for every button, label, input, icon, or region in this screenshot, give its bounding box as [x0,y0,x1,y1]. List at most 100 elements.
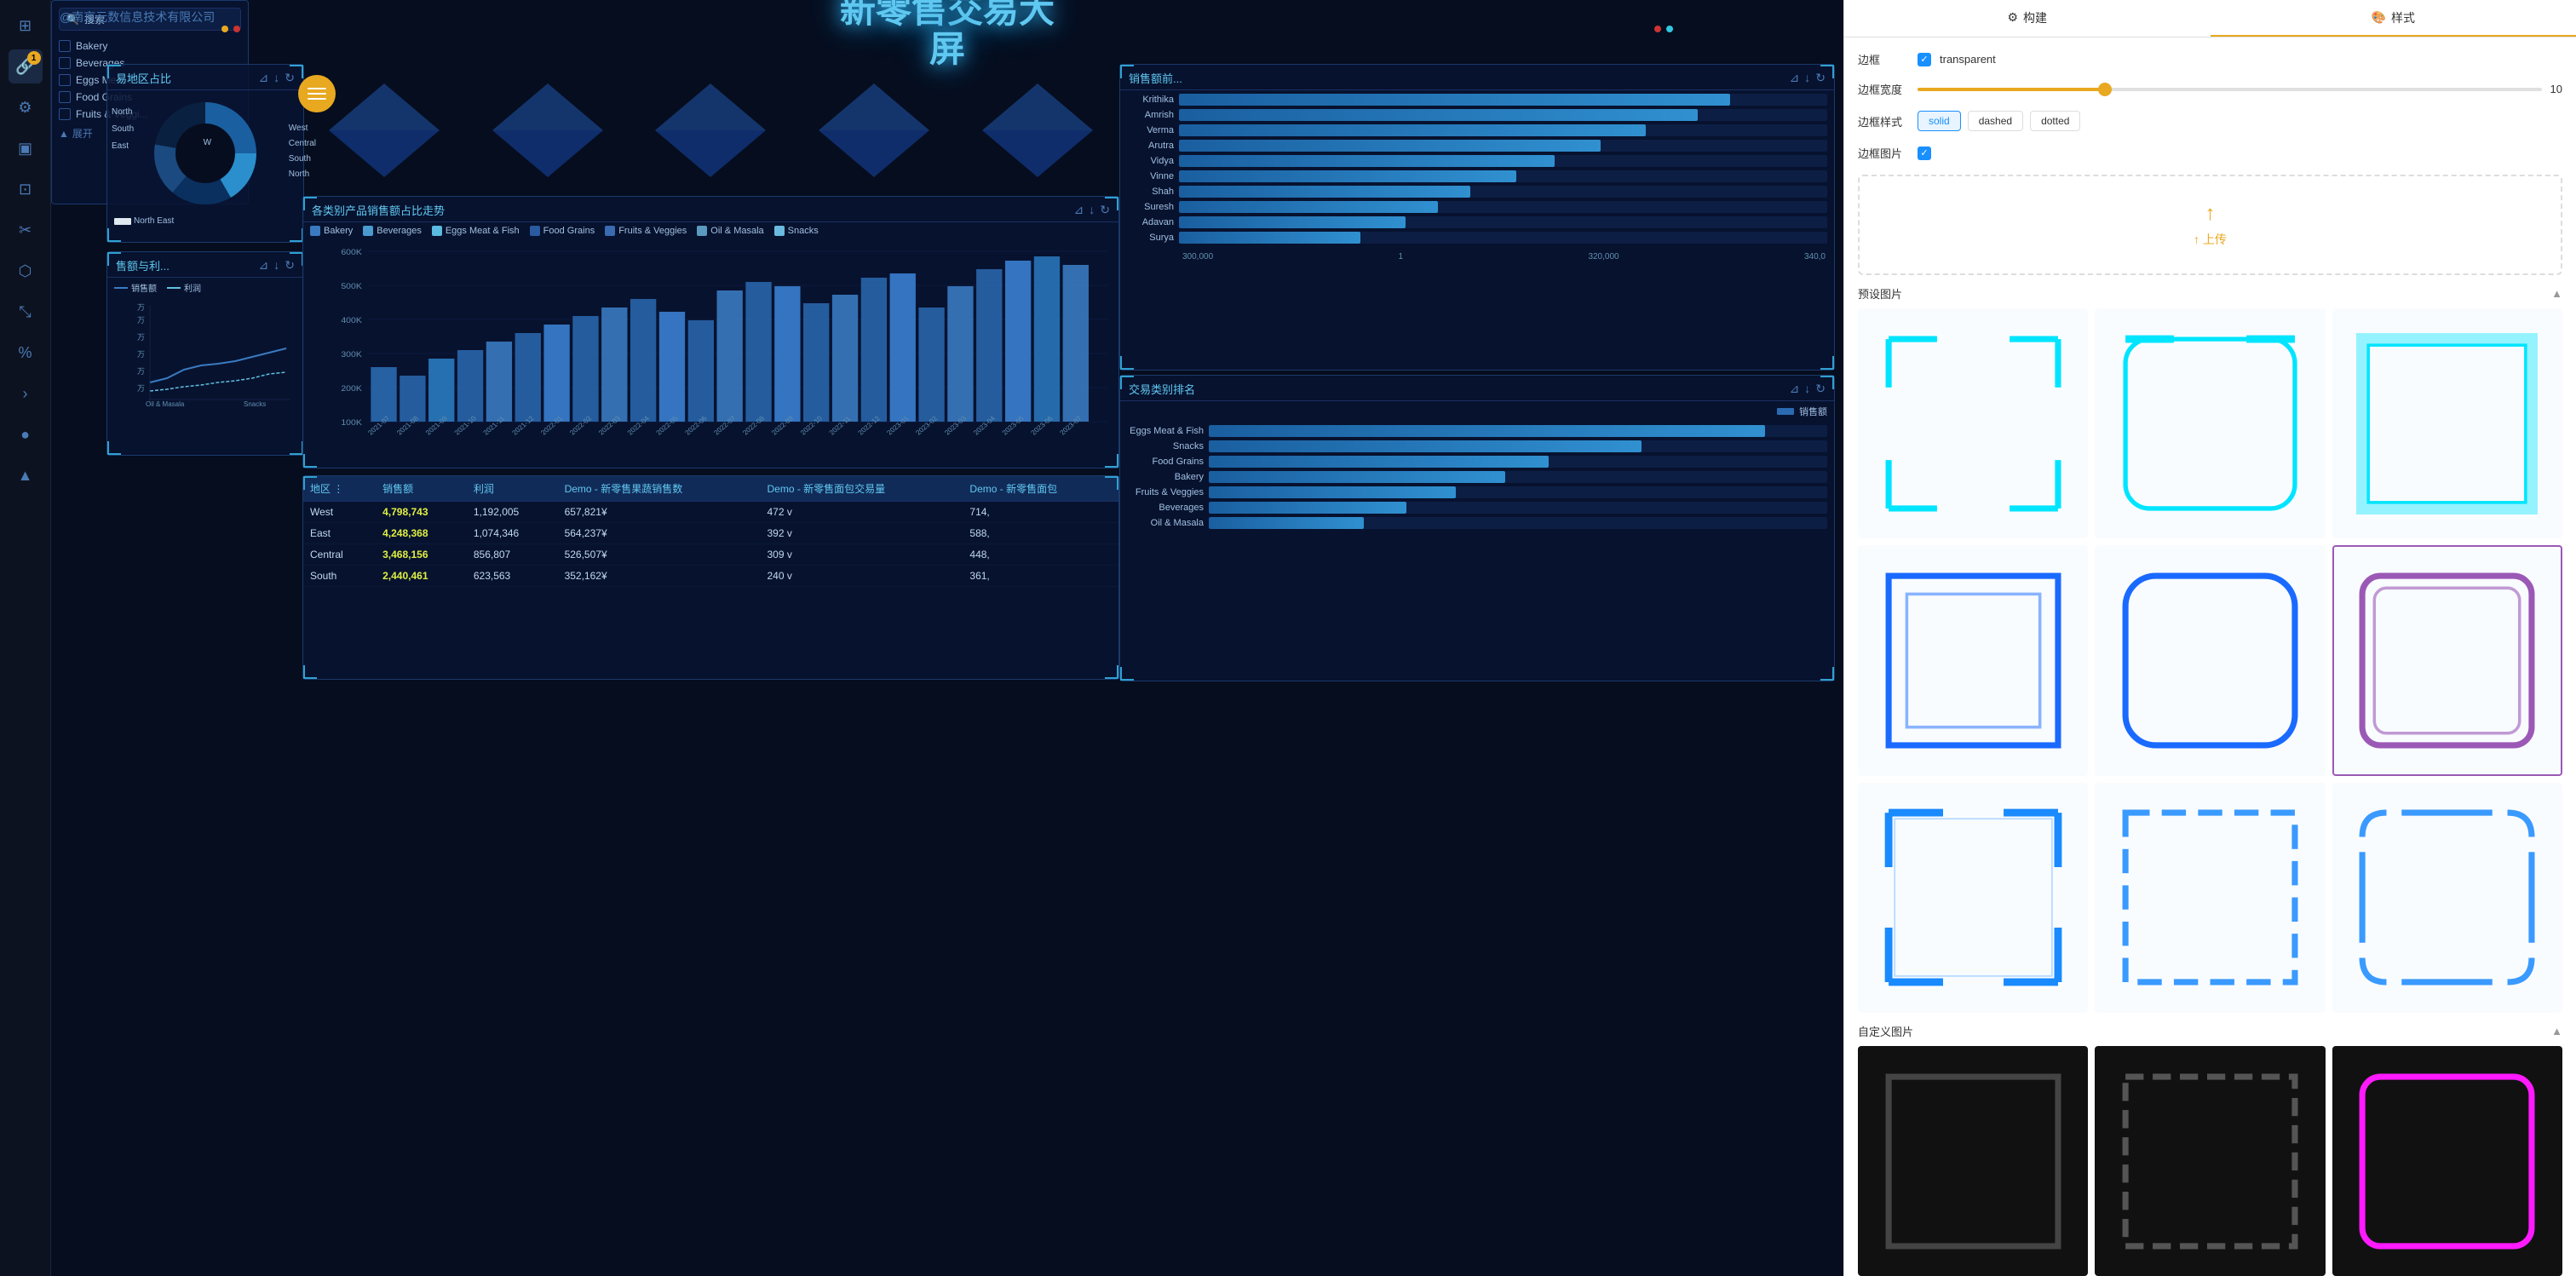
cell-demo1-east: 564,237¥ [558,523,761,544]
legend-color-sales [1777,408,1794,415]
svg-text:500K: 500K [341,283,362,291]
bar-track-beverages-cat [1209,502,1827,514]
trend-chart-svg: 600K 500K 400K 300K 200K 100K [303,239,1118,444]
filter-icon[interactable]: ⊿ [259,71,269,85]
right-panel-header: ⚙ 构建 🎨 样式 [1844,0,2576,37]
bar-fill-shah [1179,186,1470,198]
slider-track[interactable] [1918,88,2542,91]
donut-chart [154,102,256,204]
legend-snacks: Snacks [774,226,819,236]
checkbox-fruits[interactable] [59,108,71,120]
style-btn-dotted[interactable]: dotted [2030,111,2080,131]
xaxis-300k: 300,000 [1182,252,1213,262]
right-panel-body: 边框 ✓ transparent 边框宽度 10 边框样式 solid dash… [1844,37,2576,1276]
bar-fill-surya [1179,232,1360,244]
filter-icon-sp[interactable]: ⊿ [259,258,269,273]
custom-frame-1[interactable] [1858,1046,2088,1276]
checkbox-food-grains[interactable] [59,91,71,103]
table-row-central: Central 3,468,156 856,807 526,507¥ 309 v… [303,544,1118,566]
border-checkbox[interactable]: ✓ [1918,53,1931,66]
sidebar-icon-arrow[interactable]: › [9,376,43,411]
checkbox-eggs[interactable] [59,74,71,86]
sidebar-icon-components[interactable]: ⊡ [9,172,43,206]
tab-build[interactable]: ⚙ 构建 [1844,0,2211,37]
bar-track-vidya [1179,155,1827,167]
bar-label-fruits-cat: Fruits & Veggies [1127,487,1204,497]
cell-region-south: South [303,566,376,587]
download-icon-cr[interactable]: ↓ [1804,382,1810,396]
custom-frame-3[interactable] [2332,1046,2562,1276]
bar-beverages-cat: Beverages [1127,502,1827,514]
bar-track-surya [1179,232,1827,244]
legend-bakery: Bakery [310,226,353,236]
frame-item-5[interactable] [2095,545,2325,775]
frame-item-8[interactable] [2095,783,2325,1013]
donut-hole [175,124,235,183]
sidebar-icon-link[interactable]: 🔗 1 [9,49,43,83]
hamburger-line1 [308,88,326,89]
sidebar-icon-tools[interactable]: ✂ [9,213,43,247]
cell-demo2-east: 392 v [760,523,963,544]
bar-krithika: Krithika [1127,94,1827,106]
frame-item-7[interactable] [1858,783,2088,1013]
sidebar-icon-grid[interactable]: ⊞ [9,9,43,43]
preset-collapse-icon[interactable]: ▲ [2551,287,2562,300]
upload-area[interactable]: ↑ ↑ 上传 [1858,175,2562,275]
filter-icon-trend[interactable]: ⊿ [1074,203,1084,217]
bar-label-adavan: Adavan [1127,217,1174,227]
frame-item-9[interactable] [2332,783,2562,1013]
download-icon-sp[interactable]: ↓ [273,258,279,273]
sidebar-icon-ball[interactable]: ● [9,417,43,451]
kpi-card-4 [956,64,1119,196]
upload-btn[interactable]: ↑ 上传 [1885,231,2535,248]
frame-item-2[interactable] [2095,308,2325,538]
frame-item-4[interactable] [1858,545,2088,775]
legend-text-sales: 销售额 [1799,405,1827,418]
right-panel: ⚙ 构建 🎨 样式 边框 ✓ transparent 边框宽度 10 [1843,0,2576,1276]
kpi-card-1 [466,64,630,196]
cell-profit-central: 856,807 [467,544,558,566]
svg-text:万: 万 [137,384,145,393]
frame-item-6[interactable] [2332,545,2562,775]
legend-east: East [112,138,134,155]
bar-track-oil-cat [1209,517,1827,529]
style-btn-dashed[interactable]: dashed [1968,111,2023,131]
border-style-row: 边框样式 solid dashed dotted [1858,111,2562,131]
frame-item-3[interactable] [2332,308,2562,538]
sidebar-icon-up[interactable]: ▲ [9,458,43,492]
sidebar-icon-resize[interactable]: ⤡ [9,295,43,329]
hamburger-button[interactable] [298,75,336,112]
cell-sales-central: 3,468,156 [376,544,467,566]
frame-item-1[interactable] [1858,308,2088,538]
custom-collapse-icon[interactable]: ▲ [2551,1025,2562,1037]
style-icon: 🎨 [2372,10,2386,25]
sidebar-icon-percent[interactable]: % [9,336,43,370]
top-header: 新零售交易大 屏 [51,0,1843,60]
sidebar-icon-layers[interactable]: ▣ [9,131,43,165]
preset-images-label: 预设图片 [1858,285,1902,302]
bar-label-snacks-cat: Snacks [1127,441,1204,451]
bar-label-eggs-cat: Eggs Meat & Fish [1127,426,1204,436]
style-btn-solid[interactable]: solid [1918,111,1961,131]
legend-profit: 利润 [167,281,201,294]
bar-vinne: Vinne [1127,170,1827,182]
sidebar-icon-expand[interactable]: ⬡ [9,254,43,288]
filter-icon-sr[interactable]: ⊿ [1790,71,1800,85]
sidebar-icon-settings[interactable]: ⚙ [9,90,43,124]
slider-thumb[interactable] [2098,83,2112,96]
download-icon-sr[interactable]: ↓ [1804,71,1810,85]
filter-icon-cr[interactable]: ⊿ [1790,382,1800,396]
kpi-diamond-4 [982,83,1093,177]
legend-fruits: Fruits & Veggies [605,226,687,236]
panel-trend: 各类别产品销售额占比走势 ⊿ ↓ ↻ Bakery Beverages Eggs… [302,196,1119,468]
download-icon[interactable]: ↓ [273,71,279,85]
download-icon-trend[interactable]: ↓ [1089,203,1095,217]
border-image-checkbox[interactable]: ✓ [1918,147,1931,160]
cell-profit-south: 623,563 [467,566,558,587]
cell-demo2-west: 472 v [760,502,963,523]
bar-fill-suresh [1179,201,1438,213]
bar-shah: Shah [1127,186,1827,198]
tab-style[interactable]: 🎨 样式 [2211,0,2576,37]
bar-label-food-grains-cat: Food Grains [1127,457,1204,467]
custom-frame-2[interactable] [2095,1046,2325,1276]
